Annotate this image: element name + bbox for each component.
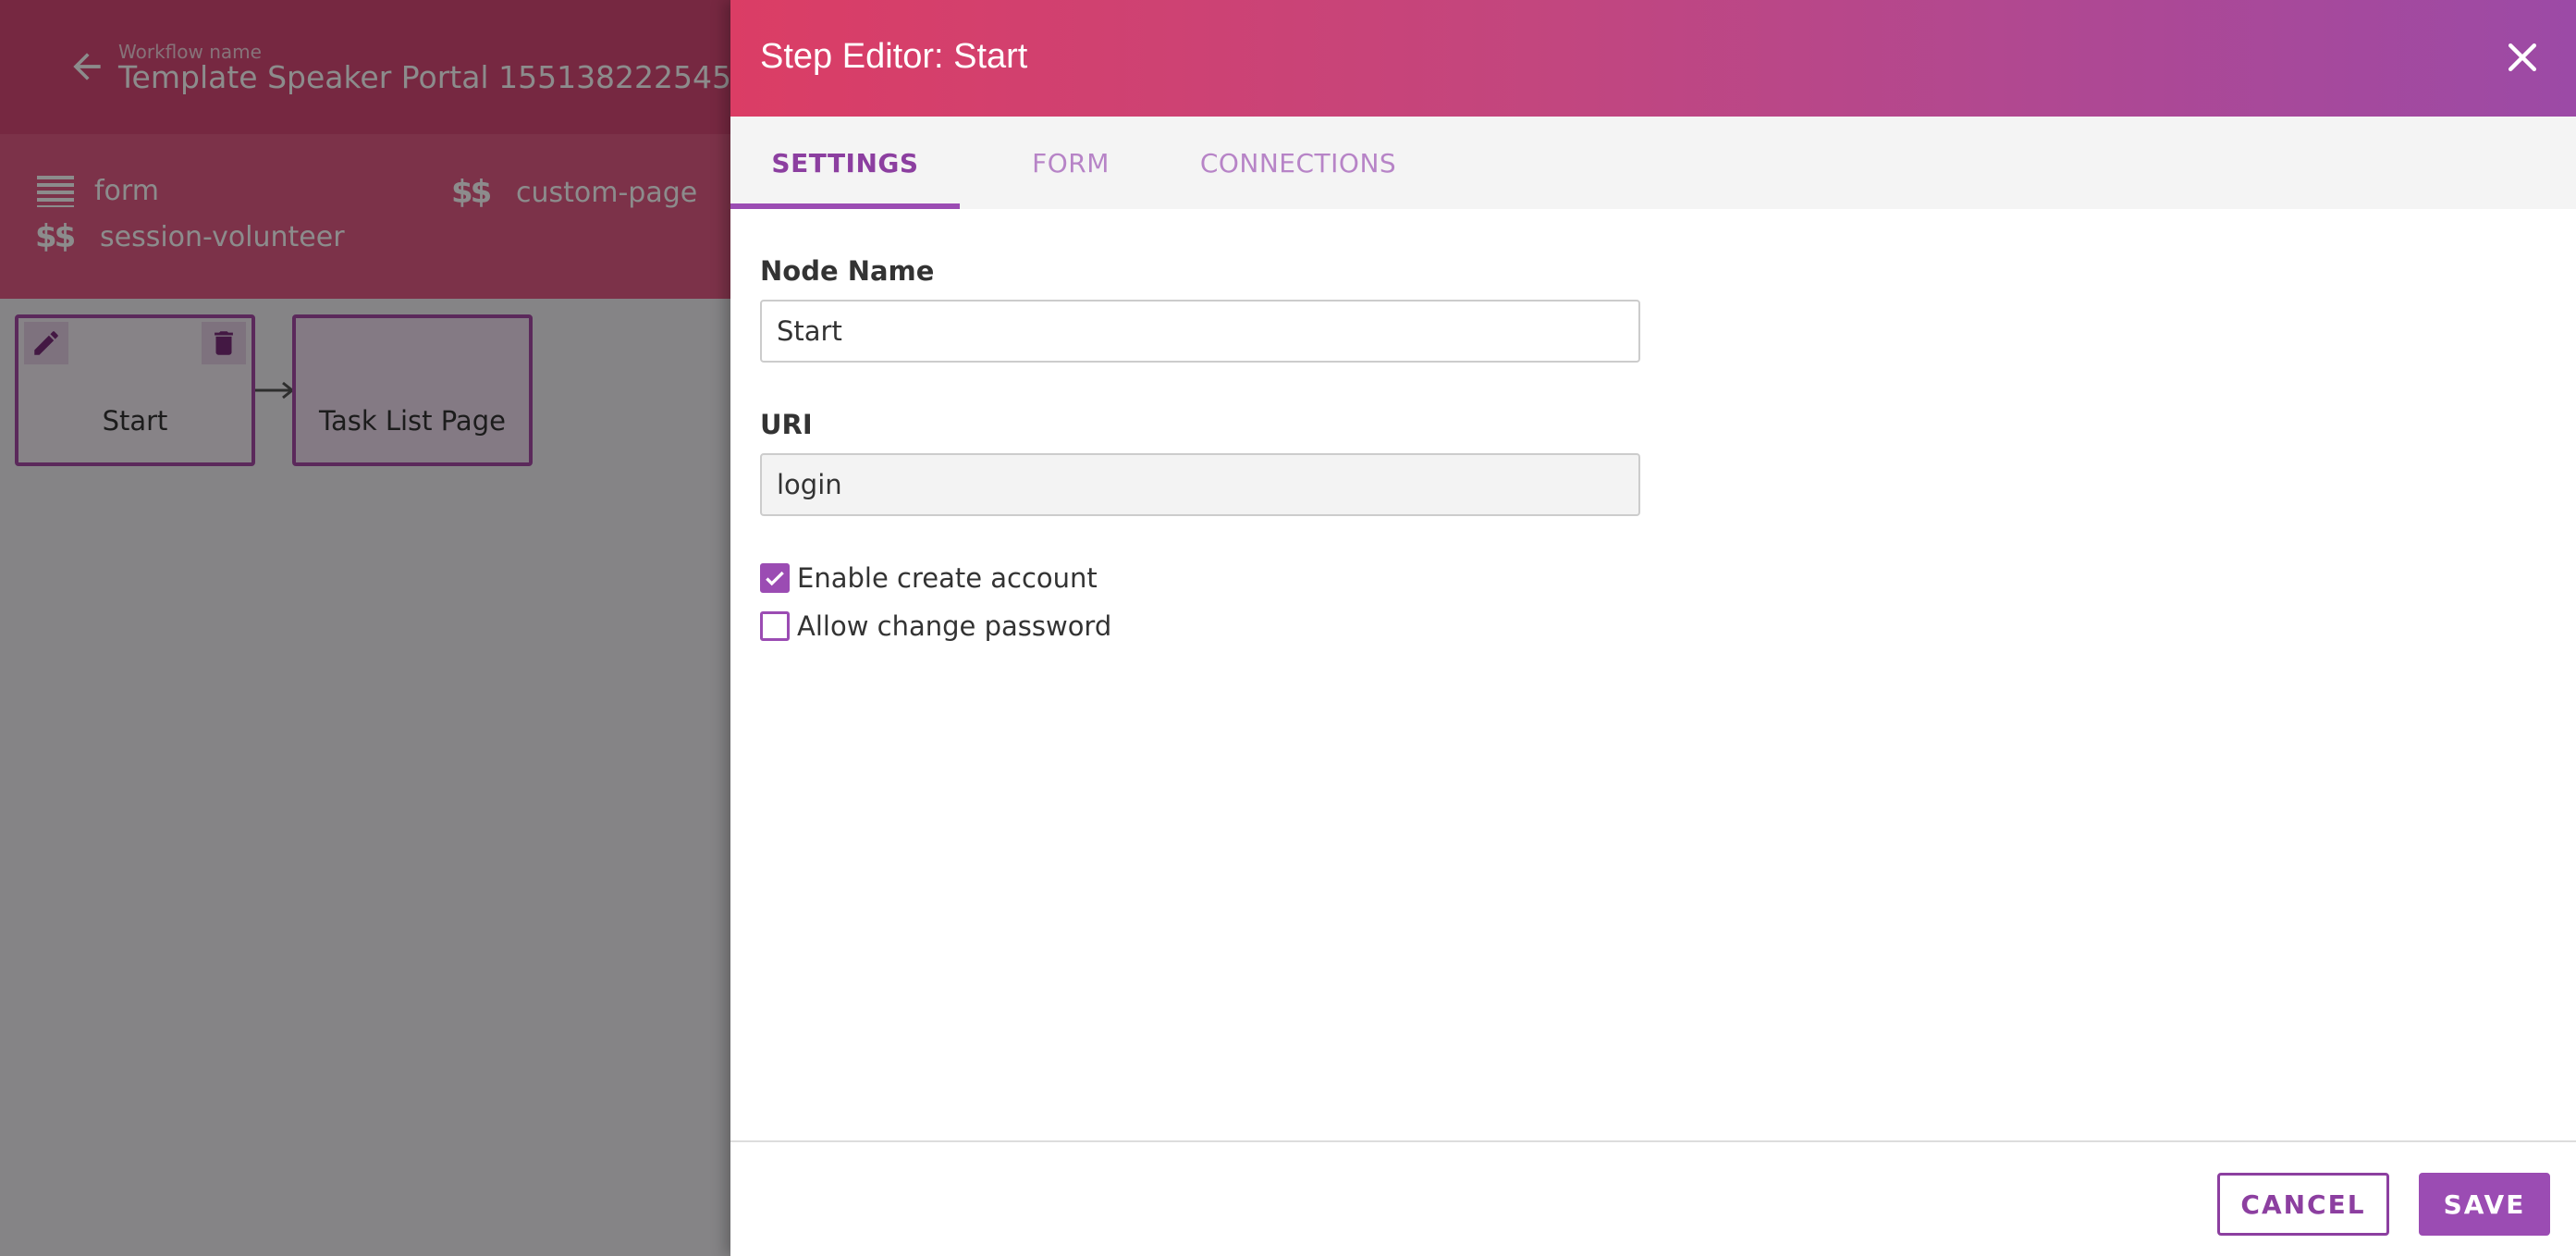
drawer-header: Step Editor: Start (730, 0, 2576, 117)
node-name-input[interactable] (760, 300, 1640, 363)
drawer-title: Step Editor: Start (760, 37, 1028, 76)
step-editor-drawer: Step Editor: Start SETTINGS FORM CONNECT… (730, 0, 2576, 1256)
allow-change-password-checkbox[interactable] (760, 611, 790, 641)
checkbox-label: Allow change password (797, 610, 1112, 642)
modal-backdrop[interactable] (0, 0, 730, 1256)
enable-create-account-option[interactable]: Enable create account (760, 562, 1098, 594)
close-icon[interactable] (2502, 37, 2543, 78)
checkmark-icon (766, 571, 784, 586)
checkbox-label: Enable create account (797, 562, 1098, 594)
tab-form[interactable]: FORM (989, 117, 1152, 209)
enable-create-account-checkbox[interactable] (760, 563, 790, 593)
tab-settings[interactable]: SETTINGS (730, 117, 960, 209)
cancel-button[interactable]: CANCEL (2217, 1173, 2389, 1236)
footer-divider (730, 1140, 2576, 1142)
uri-label: URI (760, 409, 813, 440)
tab-bar: SETTINGS FORM CONNECTIONS (730, 117, 2576, 209)
node-name-label: Node Name (760, 255, 935, 287)
save-button[interactable]: SAVE (2419, 1173, 2550, 1236)
tab-connections[interactable]: CONNECTIONS (1180, 117, 1417, 209)
allow-change-password-option[interactable]: Allow change password (760, 610, 1111, 642)
uri-input[interactable] (760, 453, 1640, 516)
